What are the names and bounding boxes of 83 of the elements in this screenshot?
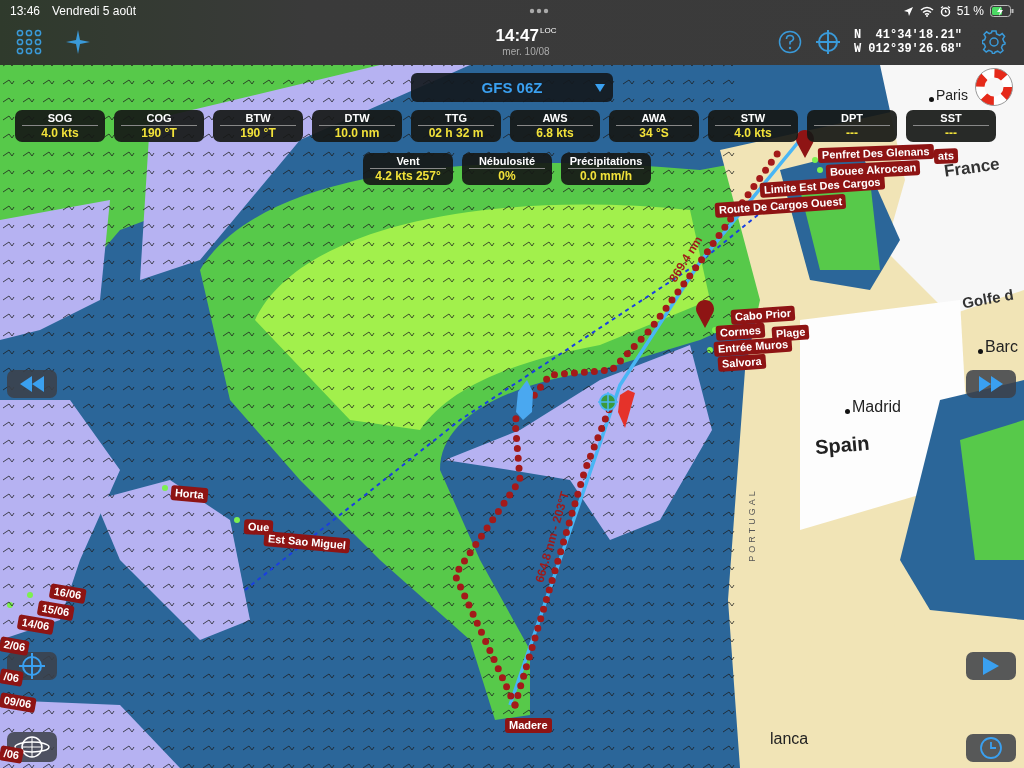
settings-icon[interactable] [982, 29, 1006, 54]
instrument-tile[interactable]: Vent 4.2 kts 257° [363, 153, 453, 185]
instrument-value: 190 °T [141, 126, 177, 141]
instrument-tile[interactable]: AWS 6.8 kts [510, 110, 600, 142]
place-label: Barc [985, 338, 1018, 356]
instrument-label: STW [715, 112, 791, 126]
boat-icon [618, 390, 635, 428]
fast-forward-button[interactable] [966, 370, 1016, 398]
instrument-label: SOG [22, 112, 98, 126]
instrument-value: 0.0 mm/h [580, 169, 632, 184]
apps-grid-icon[interactable] [16, 28, 42, 55]
instrument-value: 0% [498, 169, 516, 184]
place-label: PORTUGAL [746, 488, 757, 562]
play-icon [983, 657, 999, 675]
status-time: 13:46 [10, 4, 41, 18]
instrument-tile[interactable]: AWA 34 °S [609, 110, 699, 142]
battery-charging-icon [990, 5, 1014, 17]
place-label: Madrid [852, 398, 901, 416]
instrument-tile[interactable]: TTG 02 h 32 m [411, 110, 501, 142]
instrument-value: 190 °T [240, 126, 276, 141]
instrument-label: DPT [814, 112, 890, 126]
wifi-icon [919, 5, 934, 17]
place-label: lanca [770, 730, 809, 748]
instrument-value: 4.2 kts 257° [375, 169, 441, 184]
instrument-label: AWS [517, 112, 593, 126]
battery-percent: 51 % [956, 4, 984, 18]
play-button[interactable] [966, 652, 1016, 680]
place-label: Golfe d [960, 285, 1015, 312]
instrument-label: Vent [370, 155, 446, 169]
instrument-label: COG [121, 112, 197, 126]
instrument-value: 10.0 nm [334, 126, 380, 141]
rewind-icon [20, 376, 44, 392]
grib-model-dropdown[interactable]: GFS 06Z [411, 73, 613, 102]
latitude-text: N 41°34'18.21" [853, 27, 962, 42]
instrument-value: 6.8 kts [536, 126, 574, 141]
route-distance-label: 664.8 nm - 203°T [532, 489, 572, 585]
instrument-label: SST [913, 112, 989, 126]
instrument-value: 4.0 kts [734, 126, 772, 141]
longitude-text: W 012°39'26.68" [853, 41, 962, 56]
pin-icon [696, 299, 714, 328]
instrument-value: --- [945, 126, 957, 141]
rewind-button[interactable] [7, 370, 57, 398]
lifebuoy-icon[interactable] [975, 68, 1013, 106]
more-dots-icon[interactable] [529, 8, 550, 14]
place-label: Spain [814, 431, 871, 460]
place-label: Paris [936, 87, 968, 103]
instrument-tile[interactable]: STW 4.0 kts [708, 110, 798, 142]
instrument-tile[interactable]: DTW 10.0 nm [312, 110, 402, 142]
instrument-label: TTG [418, 112, 494, 126]
instrument-label: Précipitations [568, 155, 644, 169]
help-icon[interactable] [777, 29, 802, 54]
caret-icon [595, 84, 605, 92]
instrument-value: 4.0 kts [41, 126, 79, 141]
instrument-value: 34 °S [639, 126, 669, 141]
time-button[interactable] [966, 734, 1016, 762]
waypoint-label: Madere [505, 718, 552, 733]
instrument-tile[interactable]: SOG 4.0 kts [15, 110, 105, 142]
instrument-label: AWA [616, 112, 692, 126]
instrument-value: 02 h 32 m [428, 126, 484, 141]
instrument-value: --- [846, 126, 858, 141]
instrument-tile[interactable]: DPT --- [807, 110, 897, 142]
compass-star-icon[interactable] [66, 29, 90, 54]
waypoint-label: ats [933, 148, 959, 164]
instrument-tile[interactable]: COG 190 °T [114, 110, 204, 142]
clock-icon [979, 736, 1003, 760]
instrument-tile[interactable]: BTW 190 °T [213, 110, 303, 142]
crosshair-icon [19, 653, 45, 679]
instrument-label: BTW [220, 112, 296, 126]
alarm-icon [939, 5, 951, 17]
instrument-label: Nébulosité [469, 155, 545, 169]
instrument-label: DTW [319, 112, 395, 126]
location-arrow-icon [902, 5, 914, 17]
clock-suffix: LOC [540, 26, 557, 35]
crosshair-marker-icon [597, 391, 619, 413]
fast-forward-icon [979, 376, 1003, 392]
instrument-tile[interactable]: Nébulosité 0% [462, 153, 552, 185]
instrument-tile[interactable]: Précipitations 0.0 mm/h [561, 153, 651, 185]
boat-icon [516, 380, 533, 420]
status-date: Vendredi 5 août [52, 4, 137, 18]
clock-date: mer. 10/08 [502, 46, 550, 57]
crosshair-icon[interactable] [815, 29, 840, 54]
instrument-tile[interactable]: SST --- [906, 110, 996, 142]
clock-time: 14:47 [495, 26, 539, 46]
